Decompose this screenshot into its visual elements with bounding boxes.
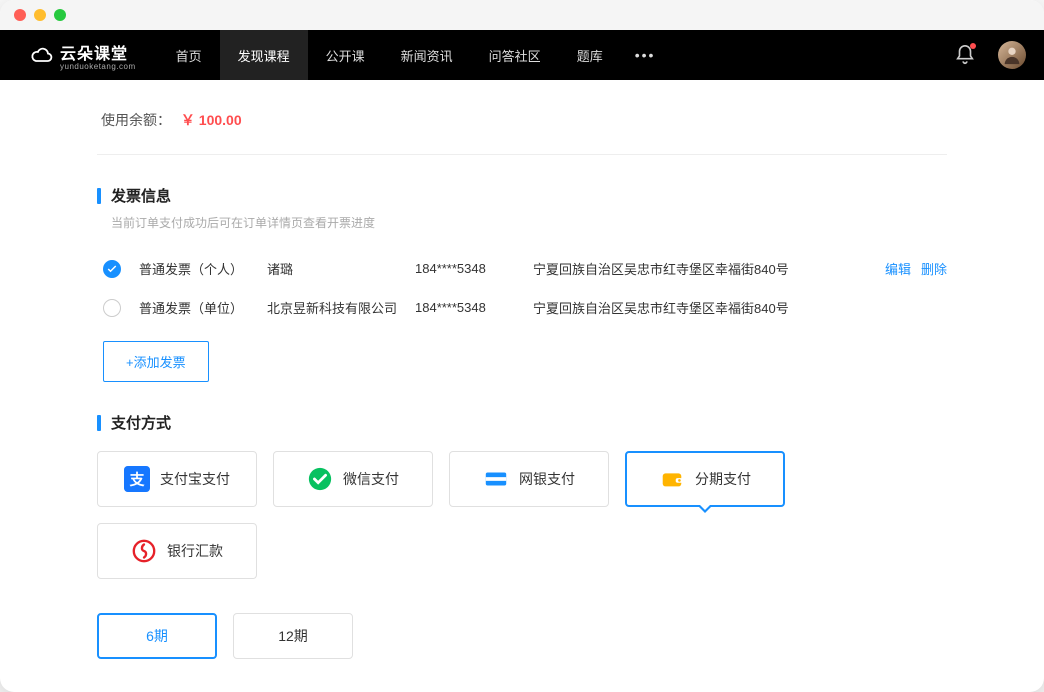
invoice-address: 宁夏回族自治区吴忠市红寺堡区幸福街840号	[533, 259, 867, 278]
term-option-12[interactable]: 12期	[233, 613, 353, 659]
invoice-list: 普通发票（个人） 诸璐 184****5348 宁夏回族自治区吴忠市红寺堡区幸福…	[103, 249, 947, 327]
nav-qa-community[interactable]: 问答社区	[471, 30, 559, 80]
nav-discover-courses[interactable]: 发现课程	[220, 30, 308, 80]
app-window: 云朵课堂 yunduoketang.com 首页 发现课程 公开课 新闻资讯 问…	[0, 0, 1044, 692]
invoice-phone: 184****5348	[415, 261, 515, 276]
pay-option-installment[interactable]: 分期支付	[625, 451, 785, 507]
pay-option-alipay[interactable]: 支 支付宝支付	[97, 451, 257, 507]
invoice-section: 发票信息 当前订单支付成功后可在订单详情页查看开票进度 普通发票（个人） 诸璐 …	[97, 185, 947, 382]
installment-terms: 6期 12期	[97, 613, 947, 659]
svg-text:支: 支	[130, 471, 145, 489]
notification-bell-icon[interactable]	[954, 44, 976, 66]
pay-label: 网银支付	[519, 469, 575, 489]
pay-label: 分期支付	[695, 469, 751, 489]
nav-news[interactable]: 新闻资讯	[383, 30, 471, 80]
window-titlebar	[0, 0, 1044, 30]
nav-home[interactable]: 首页	[158, 30, 220, 80]
page-content: 使用余额： ￥ 100.00 发票信息 当前订单支付成功后可在订单详情页查看开票…	[0, 80, 1044, 692]
user-avatar[interactable]	[998, 41, 1026, 69]
brand-logo[interactable]: 云朵课堂 yunduoketang.com	[0, 40, 158, 71]
invoice-type: 普通发票（单位）	[139, 298, 249, 317]
nav-open-courses[interactable]: 公开课	[308, 30, 383, 80]
nav-more-icon[interactable]: •••	[621, 30, 670, 80]
invoice-actions: 编辑 删除	[885, 259, 947, 278]
close-icon[interactable]	[14, 9, 26, 21]
pay-option-bankcard[interactable]: 网银支付	[449, 451, 609, 507]
pay-label: 微信支付	[343, 469, 399, 489]
minimize-icon[interactable]	[34, 9, 46, 21]
delete-link[interactable]: 删除	[921, 259, 947, 278]
window-controls	[14, 9, 66, 21]
edit-link[interactable]: 编辑	[885, 259, 911, 278]
add-invoice-button[interactable]: +添加发票	[103, 341, 209, 382]
balance-label: 使用余额：	[101, 112, 171, 128]
balance-amount: ￥ 100.00	[181, 112, 242, 128]
term-option-6[interactable]: 6期	[97, 613, 217, 659]
section-title: 支付方式	[97, 412, 947, 433]
invoice-subtitle: 当前订单支付成功后可在订单详情页查看开票进度	[111, 214, 947, 231]
title-accent-bar	[97, 188, 101, 204]
invoice-address: 宁夏回族自治区吴忠市红寺堡区幸福街840号	[533, 298, 947, 317]
pay-label: 支付宝支付	[160, 469, 230, 489]
bankcard-icon	[483, 466, 509, 492]
wechat-icon	[307, 466, 333, 492]
cloud-icon	[30, 46, 54, 64]
maximize-icon[interactable]	[54, 9, 66, 21]
wallet-icon	[659, 466, 685, 492]
bank-icon	[131, 538, 157, 564]
top-nav-bar: 云朵课堂 yunduoketang.com 首页 发现课程 公开课 新闻资讯 问…	[0, 30, 1044, 80]
pay-label: 银行汇款	[167, 541, 223, 561]
payment-title-text: 支付方式	[111, 412, 171, 433]
invoice-row[interactable]: 普通发票（单位） 北京昱新科技有限公司 184****5348 宁夏回族自治区吴…	[103, 288, 947, 327]
section-title: 发票信息	[97, 185, 947, 206]
nav-question-bank[interactable]: 题库	[559, 30, 621, 80]
radio-checked-icon[interactable]	[103, 260, 121, 278]
radio-unchecked-icon[interactable]	[103, 299, 121, 317]
notification-dot-icon	[970, 43, 976, 49]
invoice-row[interactable]: 普通发票（个人） 诸璐 184****5348 宁夏回族自治区吴忠市红寺堡区幸福…	[103, 249, 947, 288]
payment-section: 支付方式 支 支付宝支付 微信支付	[97, 412, 947, 692]
pay-option-banktransfer[interactable]: 银行汇款	[97, 523, 257, 579]
invoice-type: 普通发票（个人）	[139, 259, 249, 278]
brand-name: 云朵课堂	[60, 40, 136, 64]
invoice-name: 诸璐	[267, 259, 397, 278]
invoice-title-text: 发票信息	[111, 185, 171, 206]
balance-row: 使用余额： ￥ 100.00	[97, 80, 947, 155]
alipay-icon: 支	[124, 466, 150, 492]
main-nav: 首页 发现课程 公开课 新闻资讯 问答社区 题库 •••	[158, 30, 670, 80]
brand-subtitle: yunduoketang.com	[60, 62, 136, 71]
invoice-name: 北京昱新科技有限公司	[267, 298, 397, 317]
title-accent-bar	[97, 415, 101, 431]
pay-option-wechat[interactable]: 微信支付	[273, 451, 433, 507]
payment-methods-grid: 支 支付宝支付 微信支付 网银支付	[97, 451, 947, 579]
invoice-phone: 184****5348	[415, 300, 515, 315]
